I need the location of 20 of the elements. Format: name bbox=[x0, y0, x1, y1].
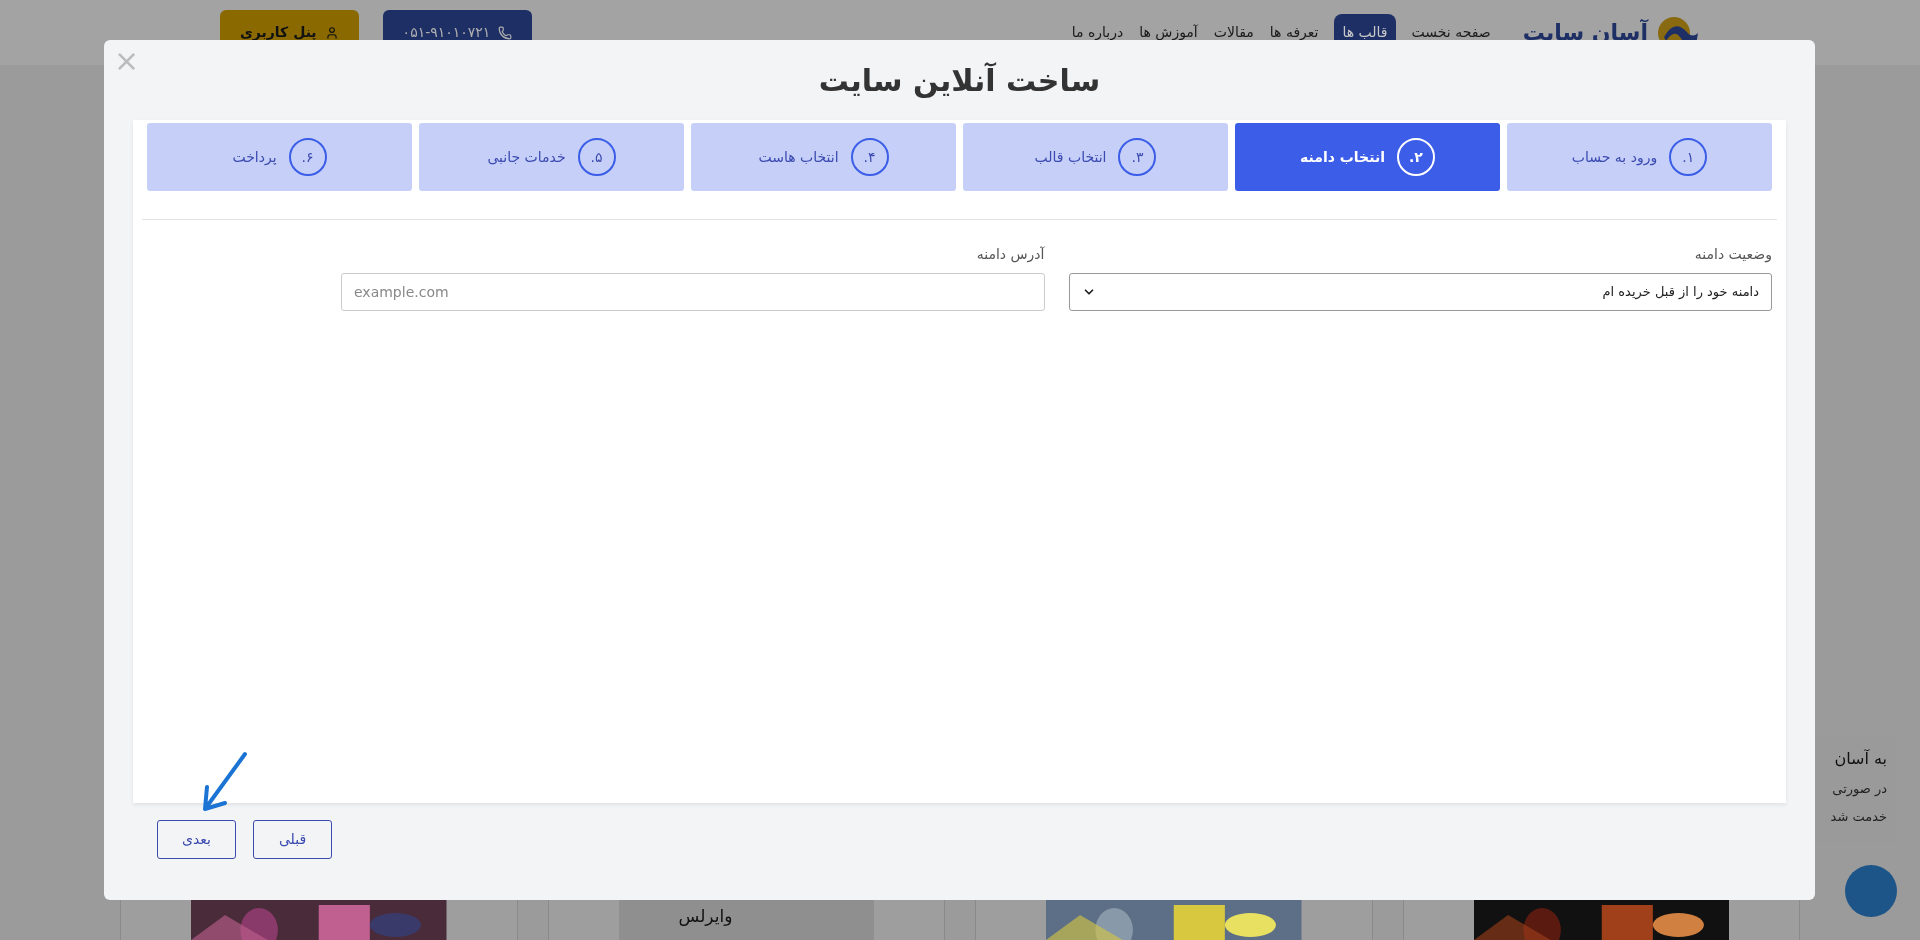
notice-text: خدمت شد bbox=[1830, 807, 1888, 826]
notice-title: به آسان bbox=[1834, 748, 1888, 770]
field-label: آدرس دامنه bbox=[975, 245, 1045, 265]
step-tab[interactable]: ۴. انتخاب هاست bbox=[691, 123, 956, 191]
chat-button[interactable] bbox=[1845, 865, 1897, 917]
step-tab[interactable]: ۲. انتخاب دامنه bbox=[1235, 123, 1500, 191]
phone-icon bbox=[498, 25, 513, 40]
domain-address-field[interactable]: example.com bbox=[341, 273, 1045, 311]
step-tab[interactable]: ۳. انتخاب قالب bbox=[963, 123, 1228, 191]
product-title: وایرلس bbox=[678, 905, 733, 928]
step-tab[interactable]: ۱. ورود به حساب bbox=[1507, 123, 1772, 191]
notice-text: در صورتی bbox=[1832, 780, 1888, 799]
nav-button[interactable]: قبلی bbox=[253, 820, 332, 859]
domain-status-select[interactable]: دامنه خود را از قبل خریده ام bbox=[1068, 273, 1772, 311]
field-label: وضعیت دامنه bbox=[1693, 245, 1772, 265]
modal-title: ساخت آنلاین سایت bbox=[818, 61, 1101, 100]
step-tab[interactable]: ۵. خدمات جانبی bbox=[419, 123, 684, 191]
step-tab[interactable]: ۶. پرداخت bbox=[147, 123, 412, 191]
user-icon bbox=[324, 25, 339, 40]
nav-button[interactable]: بعدی bbox=[157, 820, 236, 859]
